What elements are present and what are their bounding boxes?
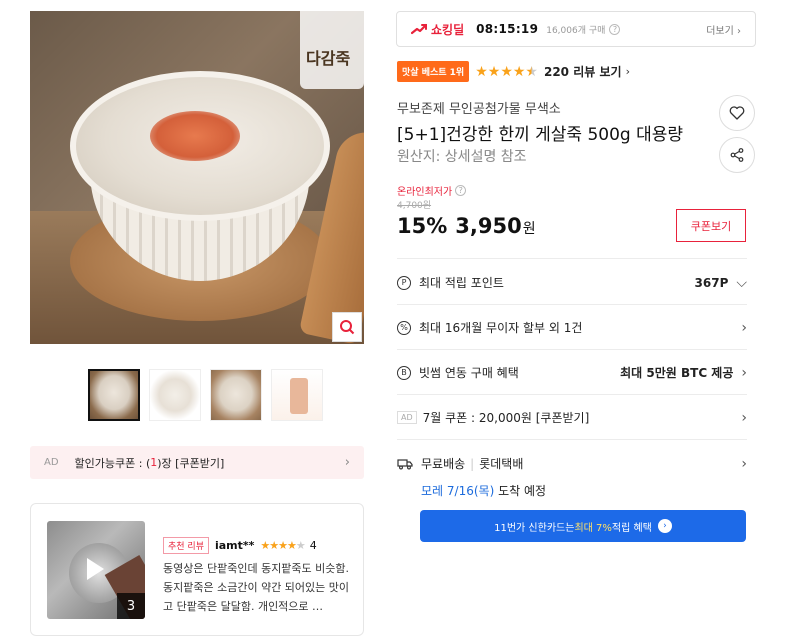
chevron-right-icon: › [344, 455, 350, 470]
shocking-deal-bar: 쇼킹딜 08:15:19 16,006개 구매 ? 더보기 › [396, 11, 756, 47]
chevron-right-icon[interactable]: › [626, 65, 630, 78]
chevron-down-icon: ⌵ [736, 274, 747, 291]
divider [397, 258, 747, 259]
brand-logo: 다감죽 [300, 11, 364, 89]
wishlist-button[interactable] [719, 95, 755, 131]
btc-label: 빗썸 연동 구매 혜택 [419, 366, 519, 380]
chevron-right-icon: › [741, 364, 747, 381]
price-row: 15% 3,950 원 [397, 214, 536, 238]
media-count: 3 [117, 593, 145, 619]
arrow-right-icon: › [657, 519, 672, 533]
card-benefit-banner[interactable]: 11번가 신한카드는 최대 7% 적립 혜택 › [420, 510, 746, 542]
chevron-right-icon: › [741, 409, 747, 426]
product-origin: 원산지: 상세설명 참조 [397, 149, 527, 165]
btc-row[interactable]: B 빗썸 연동 구매 혜택 최대 5만원 BTC 제공 › [397, 364, 747, 381]
divider [397, 439, 747, 440]
coupon-count: 1 [150, 456, 158, 469]
review-score: 4 [309, 539, 317, 552]
product-main-image[interactable]: 다감죽 [30, 11, 364, 344]
sale-price: 3,950 [455, 214, 522, 238]
thumbnail-1[interactable] [88, 369, 140, 421]
share-icon [730, 148, 744, 162]
points-row[interactable]: P 최대 적립 포인트 367P ⌵ [397, 274, 747, 291]
chevron-right-icon: › [741, 319, 747, 336]
original-price: 4,700원 [397, 201, 432, 211]
installment-label: 최대 16개월 무이자 할부 외 1건 [419, 321, 583, 335]
delivery-carrier: 롯데택배 [479, 457, 524, 471]
share-button[interactable] [719, 137, 755, 173]
chevron-right-icon: › [741, 455, 747, 472]
divider [397, 394, 747, 395]
deal-timer: 08:15:19 [476, 22, 539, 36]
recommended-review-badge: 추천 리뷰 [163, 537, 209, 554]
magnifier-icon [340, 320, 355, 335]
july-coupon-row[interactable]: AD 7월 쿠폰 : 20,000원 [쿠폰받기] › [397, 409, 747, 426]
rating-row: 맛살 베스트 1위 ★★★★★ 220 리뷰 보기 › [397, 61, 630, 82]
heart-icon [729, 106, 745, 120]
thumbnail-3[interactable] [210, 369, 262, 421]
separator: | [470, 456, 475, 471]
points-label: 최대 적립 포인트 [419, 276, 504, 290]
zoom-button[interactable] [332, 312, 362, 342]
points-value: 367P [694, 275, 729, 290]
shocking-deal-icon [411, 23, 427, 35]
ad-label: AD [44, 457, 59, 468]
shocking-deal-label: 쇼킹딜 [431, 22, 465, 37]
truck-icon [397, 458, 413, 469]
review-text: 동영상은 단팥죽인데 동지팥죽도 비슷함. 동지팥죽은 소금간이 약간 되어있는… [163, 562, 350, 613]
review-video-thumbnail[interactable]: 3 [47, 521, 145, 619]
july-coupon-label: 7월 쿠폰 : 20,000원 [쿠폰받기] [422, 411, 590, 425]
review-stars: ★★★★★ [260, 539, 305, 552]
divider [397, 349, 747, 350]
reviewer-name: iamt** [214, 539, 255, 552]
best-badge: 맛살 베스트 1위 [397, 61, 470, 82]
coupon-text-before: 할인가능쿠폰 : ( [74, 456, 151, 470]
crab-topping [150, 111, 240, 161]
point-icon: P [397, 275, 411, 290]
coupon-view-button[interactable]: 쿠폰보기 [676, 209, 746, 242]
help-icon[interactable]: ? [609, 23, 621, 35]
installment-row[interactable]: % 최대 16개월 무이자 할부 외 1건 › [397, 319, 747, 336]
review-header: 추천 리뷰 iamt** ★★★★★ 4 [163, 537, 317, 554]
rating-stars: ★★★★★ [475, 63, 538, 80]
lowest-price-text: 온라인최저가 [397, 187, 453, 198]
ad-label: AD [397, 411, 417, 424]
play-icon [87, 558, 104, 580]
shocking-deal-logo: 쇼킹딜 [411, 21, 464, 38]
lowest-price-label: 온라인최저가 ? [397, 183, 467, 198]
banner-text-after: 적립 혜택 [611, 522, 652, 534]
thumbnail-strip [88, 369, 323, 421]
delivery-suffix: 도착 예정 [494, 484, 547, 498]
thumbnail-4[interactable] [271, 369, 323, 421]
banner-text-before: 11번가 신한카드는 [494, 522, 575, 534]
btc-value: 최대 5만원 BTC 제공 [620, 366, 734, 380]
percent-icon: % [397, 320, 411, 335]
discount-rate: 15% [397, 214, 448, 238]
bithumb-icon: B [397, 365, 411, 380]
review-card[interactable]: 3 추천 리뷰 iamt** ★★★★★ 4 동영상은 단팥죽인데 동지팥죽도 … [30, 503, 364, 636]
banner-highlight: 최대 7% [574, 522, 612, 534]
thumbnail-2[interactable] [149, 369, 201, 421]
coupon-text-after: )장 [쿠폰받기] [157, 456, 225, 470]
product-title: [5+1]건강한 한끼 게살죽 500g 대용량 [397, 125, 684, 145]
divider [397, 304, 747, 305]
product-subtitle: 무보존제 무인공첨가물 무색소 [397, 102, 561, 117]
help-icon[interactable]: ? [455, 185, 467, 196]
delivery-date: 모레 7/16(목) [421, 484, 495, 498]
review-count-link[interactable]: 220 리뷰 보기 [544, 63, 622, 80]
more-link[interactable]: 더보기 › [706, 22, 741, 37]
delivery-info[interactable]: 무료배송 | 롯데택배 › 모레 7/16(목) 도착 예정 [397, 455, 747, 499]
sold-count: 16,006개 구매 [546, 25, 606, 36]
ad-coupon-banner[interactable]: AD 할인가능쿠폰 : (1)장 [쿠폰받기] › [30, 446, 364, 479]
price-unit: 원 [522, 221, 536, 237]
delivery-type: 무료배송 [421, 457, 466, 471]
